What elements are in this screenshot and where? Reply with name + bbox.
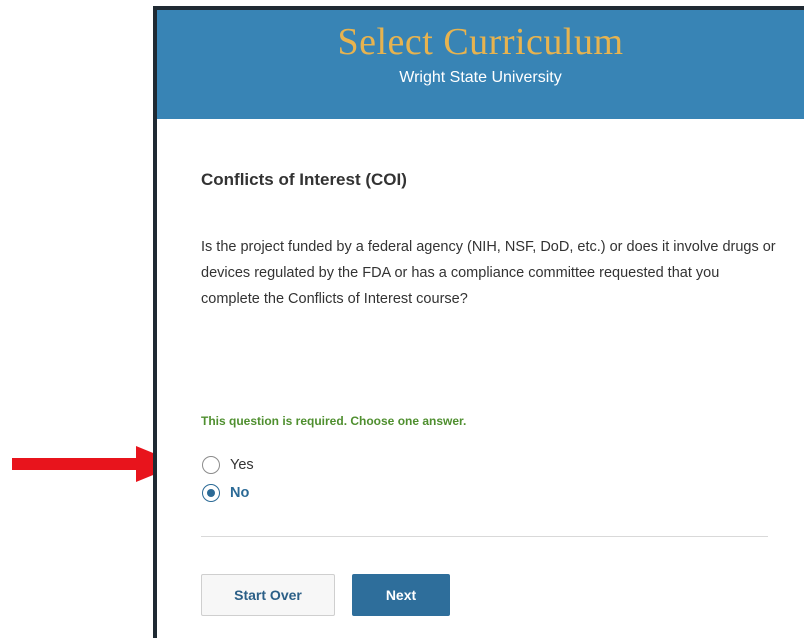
option-yes[interactable]: Yes xyxy=(202,454,254,476)
radio-yes[interactable] xyxy=(202,456,220,474)
option-no[interactable]: No xyxy=(202,482,249,504)
institution-name: Wright State University xyxy=(399,69,562,86)
required-note: This question is required. Choose one an… xyxy=(201,414,467,428)
option-no-label: No xyxy=(230,485,250,501)
next-button[interactable]: Next xyxy=(352,574,450,616)
start-over-button[interactable]: Start Over xyxy=(201,574,335,616)
page-title: Select Curriculum xyxy=(337,21,624,63)
question-text: Is the project funded by a federal agenc… xyxy=(201,239,776,307)
section-title: Conflicts of Interest (COI) xyxy=(201,170,407,189)
page: Select Curriculum Wright State Universit… xyxy=(0,0,804,638)
option-yes-label: Yes xyxy=(230,457,254,473)
radio-no[interactable] xyxy=(202,484,220,502)
header-banner: Select Curriculum Wright State Universit… xyxy=(157,10,804,119)
divider xyxy=(201,536,768,537)
curriculum-panel: Select Curriculum Wright State Universit… xyxy=(153,6,804,638)
